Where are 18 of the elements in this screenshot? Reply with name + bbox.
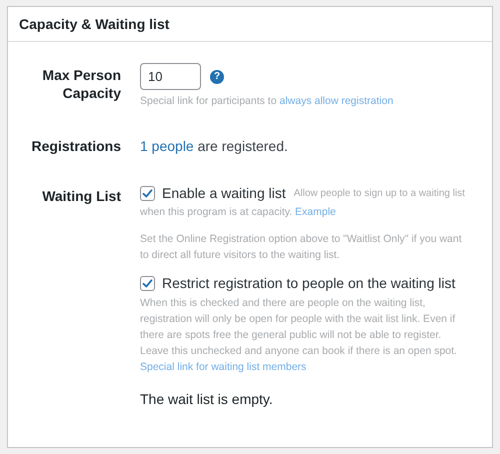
checkbox[interactable] (140, 186, 155, 201)
registrations-text: 1 people are registered. (140, 137, 289, 155)
checkbox[interactable] (140, 276, 155, 291)
option-description: when this program is at capacity. Example (140, 205, 337, 220)
option-note: Set the Online Registration option above to "Waitlist Only" if you want to direct all future visitors to the waiting list. (140, 232, 463, 263)
capacity-input[interactable]: 10 (140, 63, 201, 90)
field-label: Registrations (31, 137, 121, 155)
field-label: Max Person Capacity (41, 66, 121, 103)
help-icon[interactable]: ? (210, 70, 224, 84)
checkbox-label[interactable]: Enable a waiting list (162, 183, 286, 204)
wait-list-status: The wait list is empty. (140, 390, 274, 409)
checkbox-label[interactable]: Restrict registration to people on the waiting list (162, 273, 456, 294)
option-description: When this is checked and there are people on the waiting list, registration will only be open for people with the wait list link. Even if there are spots free the general public will not be able to register. Leave this unchecked and anyone can book if there is an open spot. (140, 296, 458, 359)
help-text: Special link for participants to always allow registration (140, 94, 394, 109)
panel-title: Capacity & Waiting list (19, 14, 170, 34)
people-link[interactable]: 1 people (140, 138, 194, 154)
option-description: Allow people to sign up to a waiting list (294, 187, 465, 201)
field-label: Waiting List (41, 187, 121, 206)
